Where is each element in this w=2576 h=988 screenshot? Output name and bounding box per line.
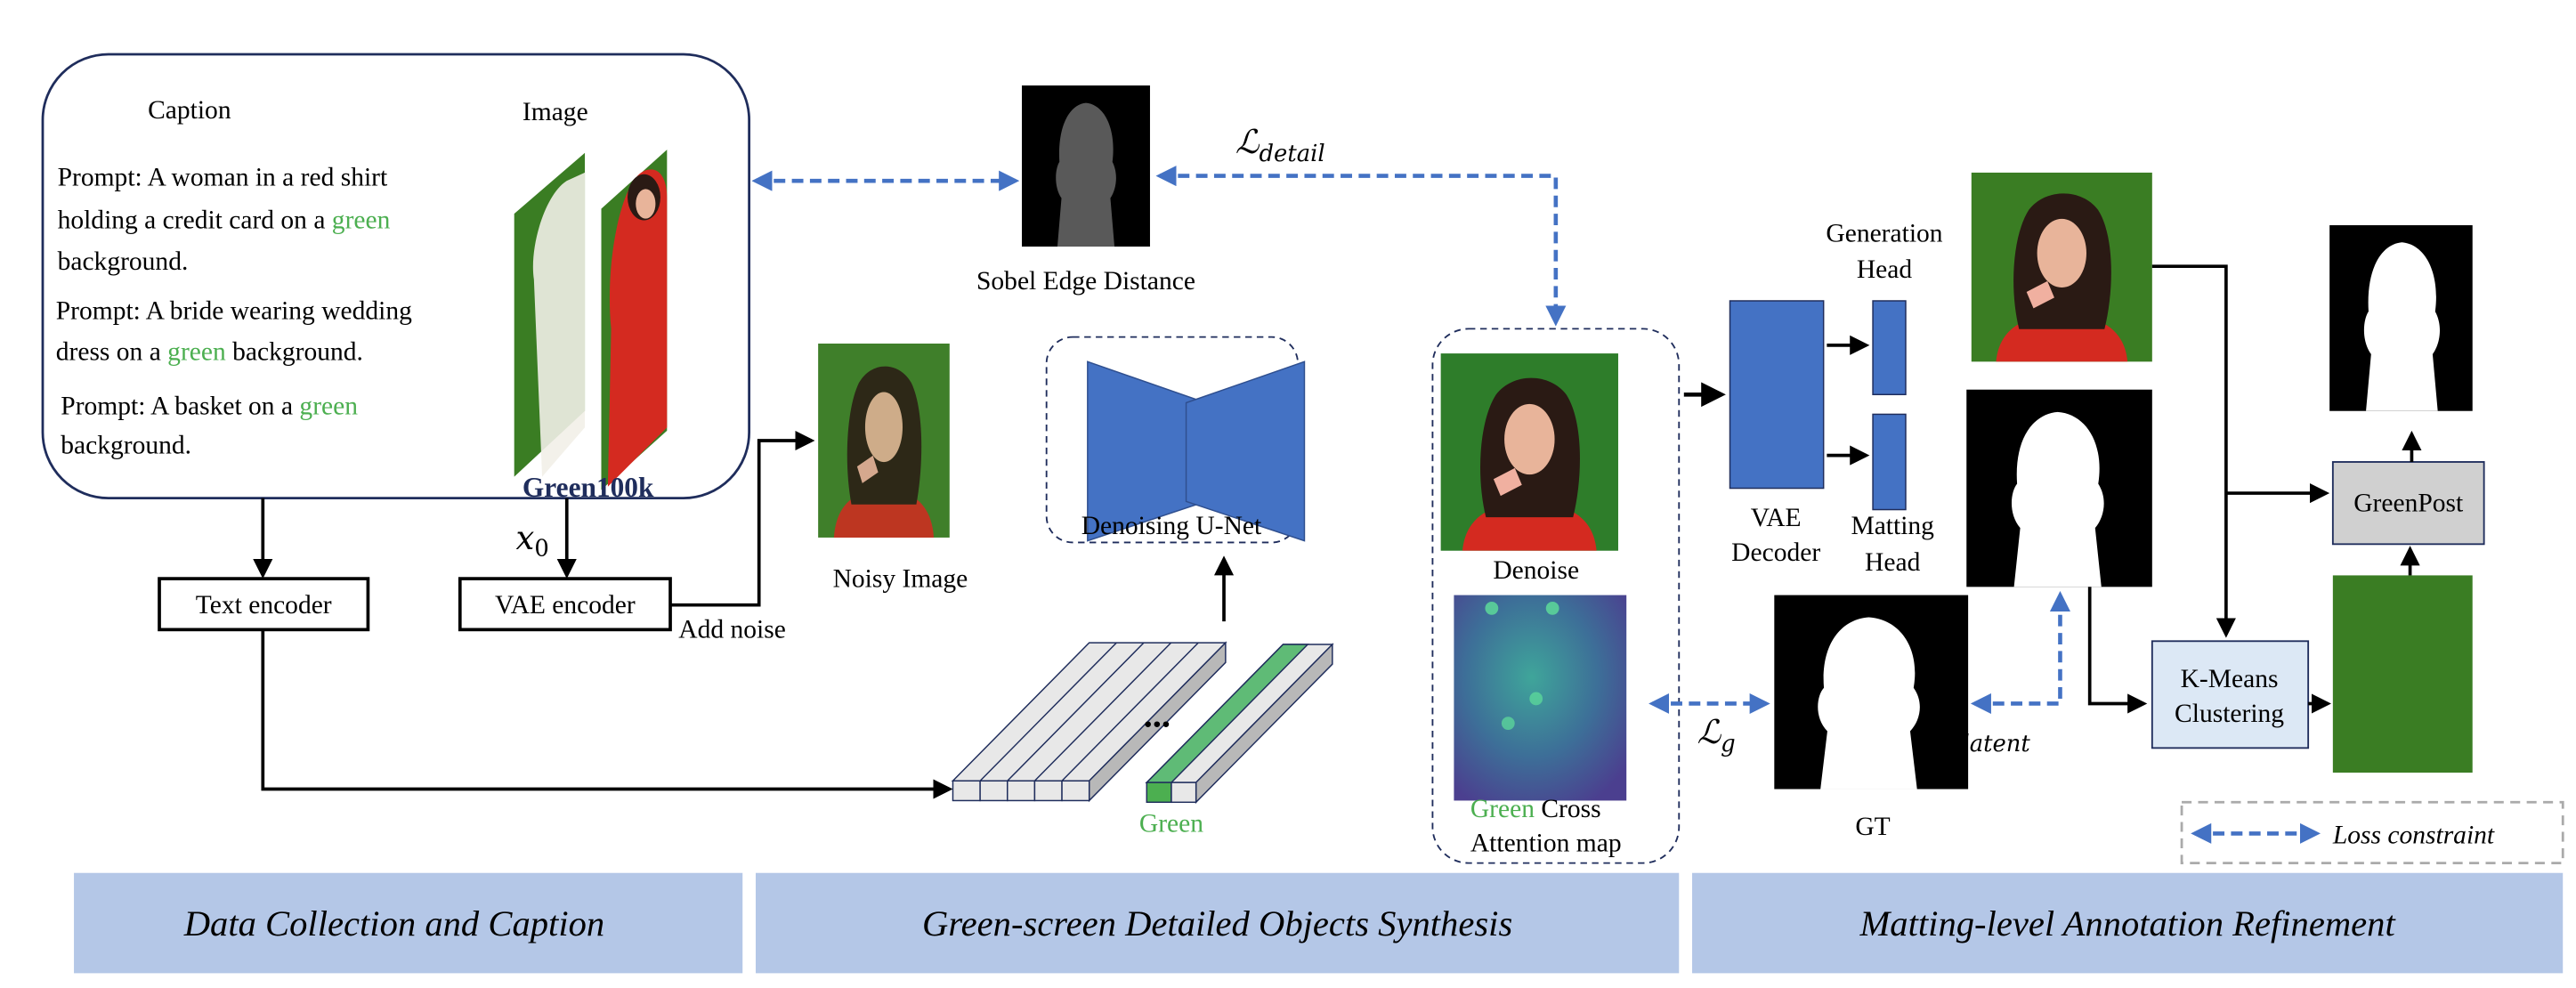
legend-loss-constraint: Loss constraint (2332, 821, 2495, 849)
vae-decoder-label-2: Decoder (1731, 539, 1820, 567)
stage-label-refinement: Matting-level Annotation Refinement (1859, 903, 2397, 943)
loss-latent-label: ℒlatent (1939, 713, 2031, 757)
prompt-1-line-1: Prompt: A woman in a red shirt (58, 164, 388, 192)
token-green (1146, 781, 1172, 804)
matting-head-block (1872, 413, 1907, 511)
vae-decoder-block (1729, 300, 1825, 490)
image-to-kmeans-arrow (2151, 264, 2236, 638)
caption-header: Caption (148, 96, 231, 125)
sobel-edge-image (1022, 85, 1150, 247)
loss-arrow-latent (1970, 590, 2070, 715)
noisy-image (818, 344, 950, 538)
kmeans-box (2151, 640, 2310, 749)
attention-label-line-2: Attention map (1470, 830, 1622, 858)
denoise-label: Denoise (1493, 556, 1579, 585)
generated-image (1971, 172, 2152, 362)
greenpost-label: GreenPost (2353, 489, 2464, 517)
sobel-label: Sobel Edge Distance (976, 267, 1195, 296)
loss-arrow-detail (1155, 166, 1567, 327)
attention-label-line-1: Green Cross (1470, 795, 1601, 823)
generation-head-label-1: Generation (1826, 219, 1942, 247)
stage-label-synthesis: Green-screen Detailed Objects Synthesis (922, 903, 1512, 943)
loss-g-label: ℒg (1697, 713, 1736, 757)
text-encoder-label: Text encoder (196, 591, 332, 620)
noisy-image-label: Noisy Image (833, 564, 968, 593)
matte-to-kmeans-arrow (2087, 587, 2148, 714)
predicted-matte (1966, 389, 2152, 587)
gt-label: GT (1855, 813, 1890, 841)
gt-matte (1774, 595, 1969, 790)
vae-encoder-label: VAE encoder (495, 591, 636, 620)
refined-matte-output (2329, 225, 2473, 411)
unet-label: Denoising U-Net (1081, 512, 1262, 540)
generation-head-block (1872, 300, 1907, 395)
cross-attention-map (1454, 595, 1627, 801)
image-header: Image (522, 98, 588, 126)
generation-head-label-2: Head (1857, 255, 1913, 284)
prompt-2-line-1: Prompt: A bride wearing wedding (56, 296, 412, 325)
dataset-name: Green100k (522, 472, 654, 503)
prompt-2-line-2: dress on a green background. (56, 337, 363, 366)
stage-label-data-collection: Data Collection and Caption (183, 903, 604, 943)
matting-head-label-2: Head (1865, 548, 1921, 577)
prompt-3-line-1: Prompt: A basket on a green (61, 392, 358, 420)
prompt-1-line-2: holding a credit card on a green (58, 207, 391, 235)
denoised-image (1440, 353, 1618, 551)
x0-label: x0 (516, 519, 549, 562)
loss-detail-label: ℒdetail (1235, 123, 1325, 167)
estimated-green-background (2332, 575, 2473, 773)
kmeans-label-2: Clustering (2175, 700, 2284, 728)
text-encoder-to-tokens-arrow (261, 629, 953, 799)
token-ellipsis: ... (1144, 694, 1171, 734)
token-cell (979, 780, 1009, 802)
token-cell (1061, 780, 1090, 802)
vae-decoder-label-1: VAE (1751, 504, 1802, 532)
matting-head-label-1: Matting (1851, 512, 1934, 540)
token-cell (1033, 780, 1063, 802)
token-cell (1007, 780, 1036, 802)
add-noise-label: Add noise (678, 616, 786, 644)
token-green-label: Green (1139, 810, 1203, 838)
token-cell (952, 780, 981, 802)
prompt-3-line-2: background. (61, 432, 191, 460)
prompt-1-line-3: background. (58, 247, 189, 276)
kmeans-label-1: K-Means (2181, 665, 2279, 693)
pipeline-diagram: Caption Image Prompt: A woman in a red s… (41, 53, 2564, 974)
